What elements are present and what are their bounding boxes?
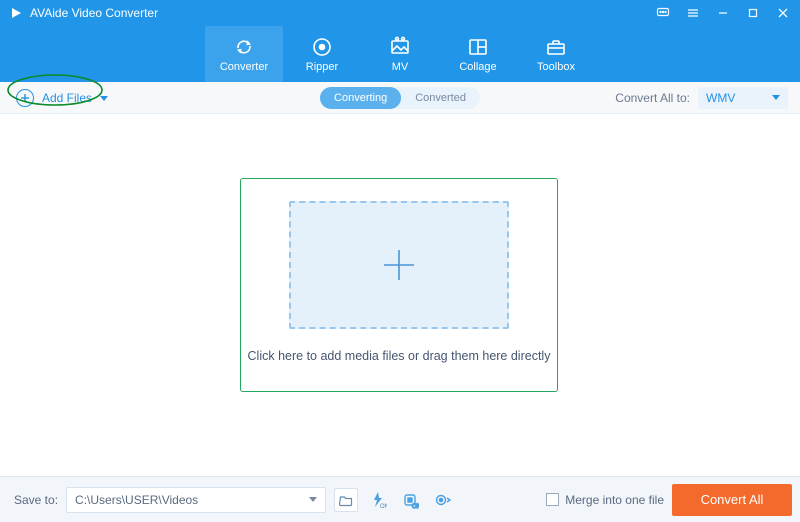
tab-ripper[interactable]: Ripper bbox=[283, 26, 361, 82]
tab-collage[interactable]: Collage bbox=[439, 26, 517, 82]
maximize-button[interactable] bbox=[744, 4, 762, 22]
minimize-button[interactable] bbox=[714, 4, 732, 22]
tab-converter[interactable]: Converter bbox=[205, 26, 283, 82]
checkbox-icon bbox=[546, 493, 559, 506]
tab-label: Ripper bbox=[306, 61, 338, 73]
high-speed-button[interactable]: ON bbox=[398, 488, 422, 512]
toolbox-icon bbox=[544, 35, 568, 59]
bottom-bar: Save to: C:\Users\USER\Videos ON ON Merg… bbox=[0, 476, 800, 522]
plus-circle-icon bbox=[16, 89, 34, 107]
seg-converted[interactable]: Converted bbox=[401, 87, 480, 109]
tab-label: MV bbox=[392, 61, 409, 73]
drop-zone-inner bbox=[289, 201, 509, 329]
chip-icon: ON bbox=[401, 491, 419, 509]
tab-label: Toolbox bbox=[537, 61, 575, 73]
close-button[interactable] bbox=[774, 4, 792, 22]
convert-all-button[interactable]: Convert All bbox=[672, 484, 792, 516]
collage-icon bbox=[466, 35, 490, 59]
tab-toolbox[interactable]: Toolbox bbox=[517, 26, 595, 82]
merge-label: Merge into one file bbox=[565, 493, 664, 507]
open-folder-button[interactable] bbox=[334, 488, 358, 512]
lightning-icon: ON bbox=[369, 491, 387, 509]
output-format-value: WMV bbox=[706, 91, 735, 105]
tab-label: Collage bbox=[459, 61, 496, 73]
app-title: AVAide Video Converter bbox=[30, 6, 158, 20]
convert-all-label: Convert All bbox=[701, 492, 764, 507]
seg-converting[interactable]: Converting bbox=[320, 87, 401, 109]
merge-into-one-file-checkbox[interactable]: Merge into one file bbox=[546, 493, 664, 507]
task-settings-button[interactable] bbox=[430, 488, 454, 512]
save-to-path-value: C:\Users\USER\Videos bbox=[75, 493, 198, 507]
menu-icon[interactable] bbox=[684, 4, 702, 22]
main-tabs: Converter Ripper MV Collage Toolbox bbox=[0, 26, 800, 82]
disc-icon bbox=[310, 35, 334, 59]
app-logo-icon bbox=[8, 5, 24, 21]
output-format-select[interactable]: WMV bbox=[698, 87, 788, 109]
drop-zone[interactable]: Click here to add media files or drag th… bbox=[240, 178, 558, 392]
tab-label: Converter bbox=[220, 61, 268, 73]
save-to-label: Save to: bbox=[14, 493, 58, 507]
convert-all-to: Convert All to: WMV bbox=[615, 87, 800, 109]
svg-text:ON: ON bbox=[380, 504, 387, 509]
conversion-status-segmented: Converting Converted bbox=[320, 87, 480, 109]
sub-toolbar: Add Files Converting Converted Convert A… bbox=[0, 82, 800, 114]
plus-icon bbox=[376, 242, 422, 288]
title-bar: AVAide Video Converter bbox=[0, 0, 800, 26]
chevron-down-icon bbox=[309, 497, 317, 503]
folder-icon bbox=[339, 493, 353, 507]
save-to-path-select[interactable]: C:\Users\USER\Videos bbox=[66, 487, 326, 513]
feedback-icon[interactable] bbox=[654, 4, 672, 22]
convert-all-to-label: Convert All to: bbox=[615, 91, 690, 105]
chevron-down-icon bbox=[100, 91, 108, 105]
gpu-accel-button[interactable]: ON bbox=[366, 488, 390, 512]
drop-zone-hint: Click here to add media files or drag th… bbox=[248, 349, 551, 363]
tab-mv[interactable]: MV bbox=[361, 26, 439, 82]
convert-icon bbox=[232, 35, 256, 59]
gear-icon bbox=[433, 491, 451, 509]
picture-icon bbox=[388, 35, 412, 59]
add-files-button[interactable]: Add Files bbox=[0, 89, 118, 107]
chevron-down-icon bbox=[772, 95, 780, 101]
add-files-label: Add Files bbox=[42, 91, 92, 105]
main-area: Click here to add media files or drag th… bbox=[0, 114, 800, 462]
svg-text:ON: ON bbox=[412, 504, 419, 509]
